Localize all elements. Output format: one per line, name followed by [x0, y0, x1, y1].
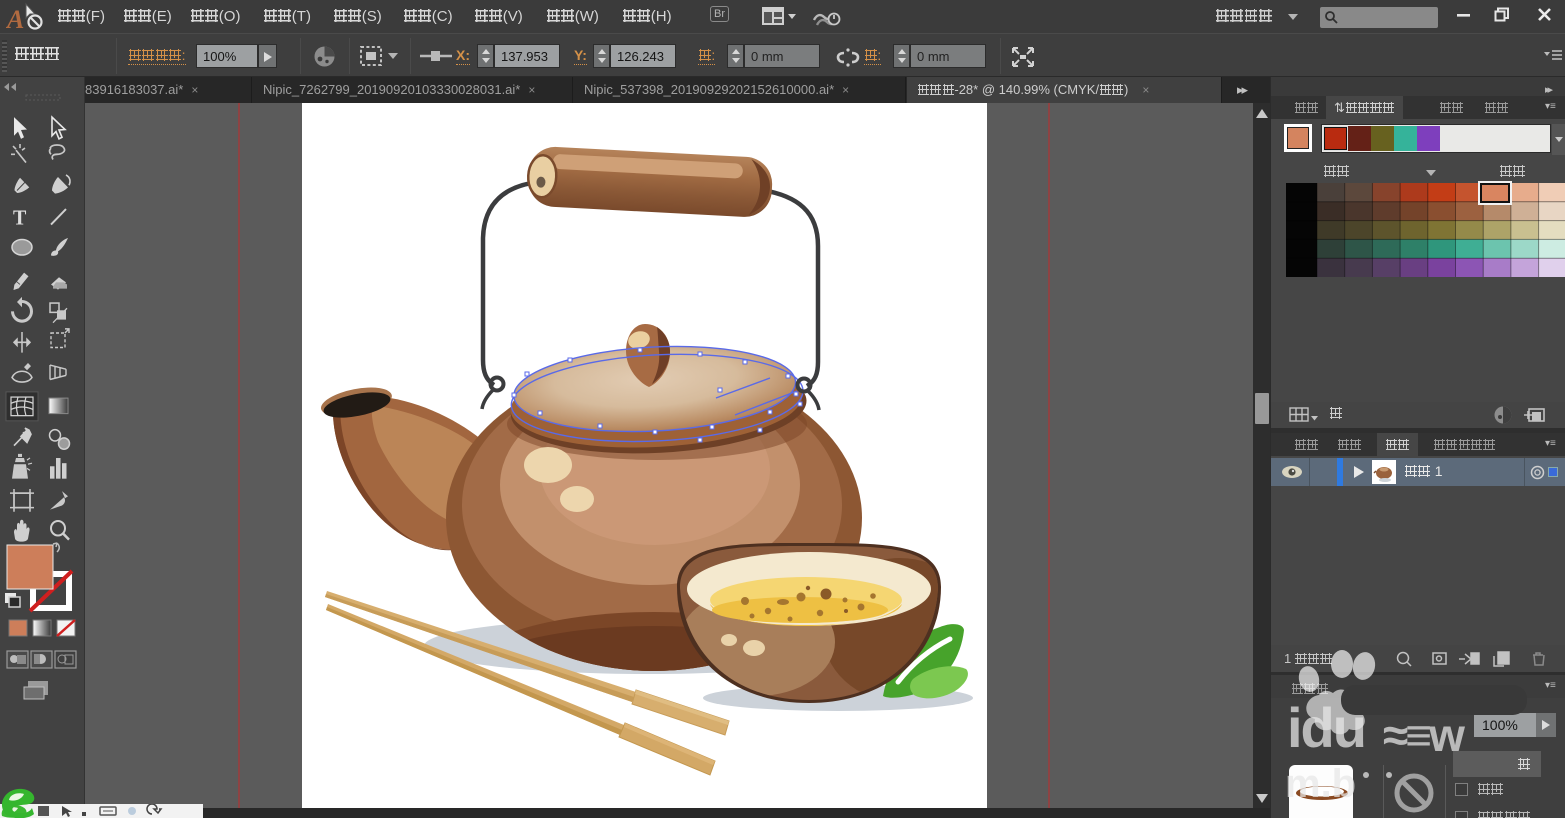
svg-text:m.b: m.b	[1285, 762, 1356, 806]
svg-text:A: A	[6, 5, 24, 32]
svg-text:≈≡w: ≈≡w	[1383, 709, 1465, 761]
svg-text:T: T	[13, 207, 27, 229]
